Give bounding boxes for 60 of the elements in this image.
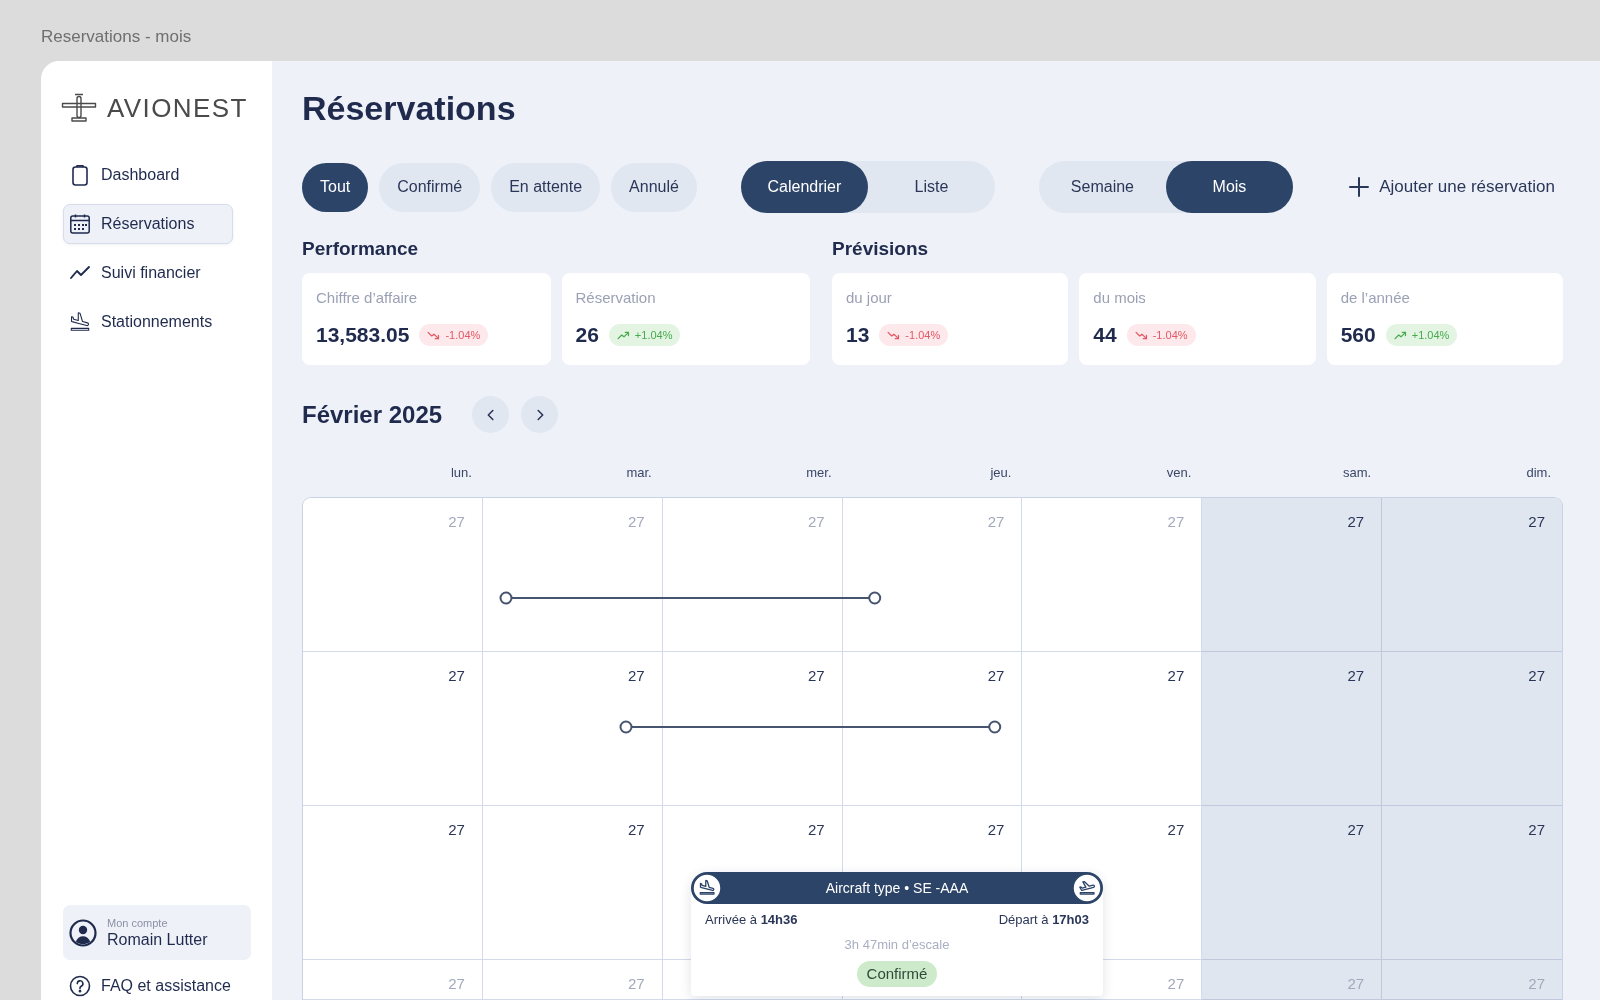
stat-label: du jour — [846, 289, 892, 307]
day-number: 27 — [987, 821, 1005, 839]
day-number: 27 — [448, 821, 465, 839]
stat-value: 13 — [846, 322, 870, 348]
weekday-label: dim. — [1526, 465, 1551, 481]
weekday-label: mar. — [626, 465, 652, 481]
weekday-label: sam. — [1342, 465, 1372, 481]
stat-value: 560 — [1340, 322, 1376, 348]
stat-label: Réservation — [575, 289, 656, 307]
day-number: 27 — [1167, 975, 1185, 993]
arrival-time: Arrivée à 14h36 — [705, 912, 798, 928]
day-number: 27 — [1528, 975, 1545, 993]
change-percent: -1.04% — [445, 329, 481, 341]
day-number: 27 — [448, 667, 465, 685]
page-title: Réservations — [302, 88, 516, 129]
day-number: 27 — [1528, 513, 1545, 531]
day-number: 27 — [448, 975, 465, 993]
stopover-duration: 3h 47min d’escale — [844, 937, 950, 953]
account-name: Romain Lutter — [107, 929, 208, 950]
day-number: 27 — [448, 513, 465, 531]
window-title: Reservations - mois — [41, 27, 192, 46]
stat-value: 13,583.05 — [316, 322, 410, 348]
day-number: 27 — [628, 667, 645, 685]
day-number: 27 — [1167, 513, 1185, 531]
weekday-label: lun. — [450, 465, 472, 481]
day-number: 27 — [1528, 821, 1545, 839]
change-percent: +1.04% — [1411, 329, 1450, 341]
stat-value: 26 — [575, 322, 599, 348]
day-number: 27 — [807, 667, 825, 685]
account-caption: Mon compte — [107, 915, 168, 930]
change-percent: -1.04% — [1152, 329, 1188, 341]
day-number: 27 — [1167, 821, 1185, 839]
day-number: 27 — [807, 821, 825, 839]
weekday-label: ven. — [1166, 465, 1192, 481]
day-number: 27 — [987, 513, 1005, 531]
change-percent: -1.04% — [905, 329, 941, 341]
stat-value: 44 — [1093, 322, 1117, 348]
weekday-label: jeu. — [990, 465, 1012, 481]
day-number: 27 — [1167, 667, 1185, 685]
day-number: 27 — [628, 975, 645, 993]
day-number: 27 — [1347, 975, 1365, 993]
stat-label: Chiffre d’affaire — [316, 289, 418, 307]
change-percent: +1.04% — [634, 329, 673, 341]
aircraft-title: Aircraft type • SE -AAA — [825, 879, 969, 897]
brand-name: AVIONEST — [107, 93, 248, 123]
status-tag: Confirmé — [856, 961, 938, 987]
day-number: 27 — [1528, 667, 1545, 685]
day-number: 27 — [987, 667, 1005, 685]
day-number: 27 — [1347, 513, 1365, 531]
stat-label: du mois — [1093, 289, 1146, 307]
day-number: 27 — [628, 821, 645, 839]
day-number: 27 — [628, 513, 645, 531]
day-number: 27 — [807, 513, 825, 531]
stat-label: de l’année — [1340, 289, 1410, 307]
month-title: Février 2025 — [302, 400, 443, 429]
section-heading: Performance — [302, 237, 419, 261]
day-number: 27 — [1347, 821, 1365, 839]
section-heading: Prévisions — [832, 237, 929, 261]
day-number: 27 — [1347, 667, 1365, 685]
weekday-label: mer. — [806, 465, 832, 481]
